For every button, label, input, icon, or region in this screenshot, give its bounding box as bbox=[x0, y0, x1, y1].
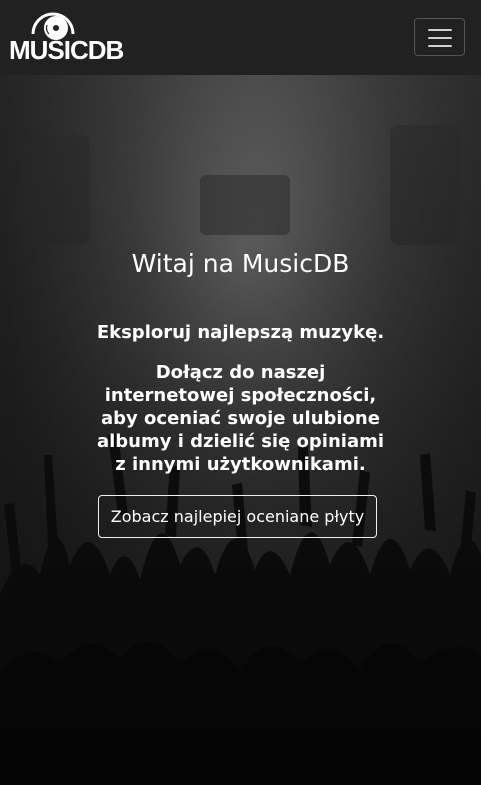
brand-logo[interactable]: MUSICDB bbox=[9, 12, 124, 66]
menu-toggle-button[interactable] bbox=[414, 18, 465, 56]
top-rated-albums-button[interactable]: Zobacz najlepiej oceniane płyty bbox=[98, 495, 377, 538]
hero-lead-text: Eksploruj najlepszą muzykę. bbox=[96, 322, 385, 343]
hero-content: Witaj na MusicDB Eksploruj najlepszą muz… bbox=[0, 75, 481, 785]
brand-name: MUSICDB bbox=[9, 35, 124, 65]
hero-section: Witaj na MusicDB Eksploruj najlepszą muz… bbox=[0, 75, 481, 785]
navbar: MUSICDB bbox=[0, 0, 481, 75]
hero-description: Dołącz do naszej internetowej społecznoś… bbox=[96, 362, 385, 475]
hero-title: Witaj na MusicDB bbox=[131, 249, 350, 278]
